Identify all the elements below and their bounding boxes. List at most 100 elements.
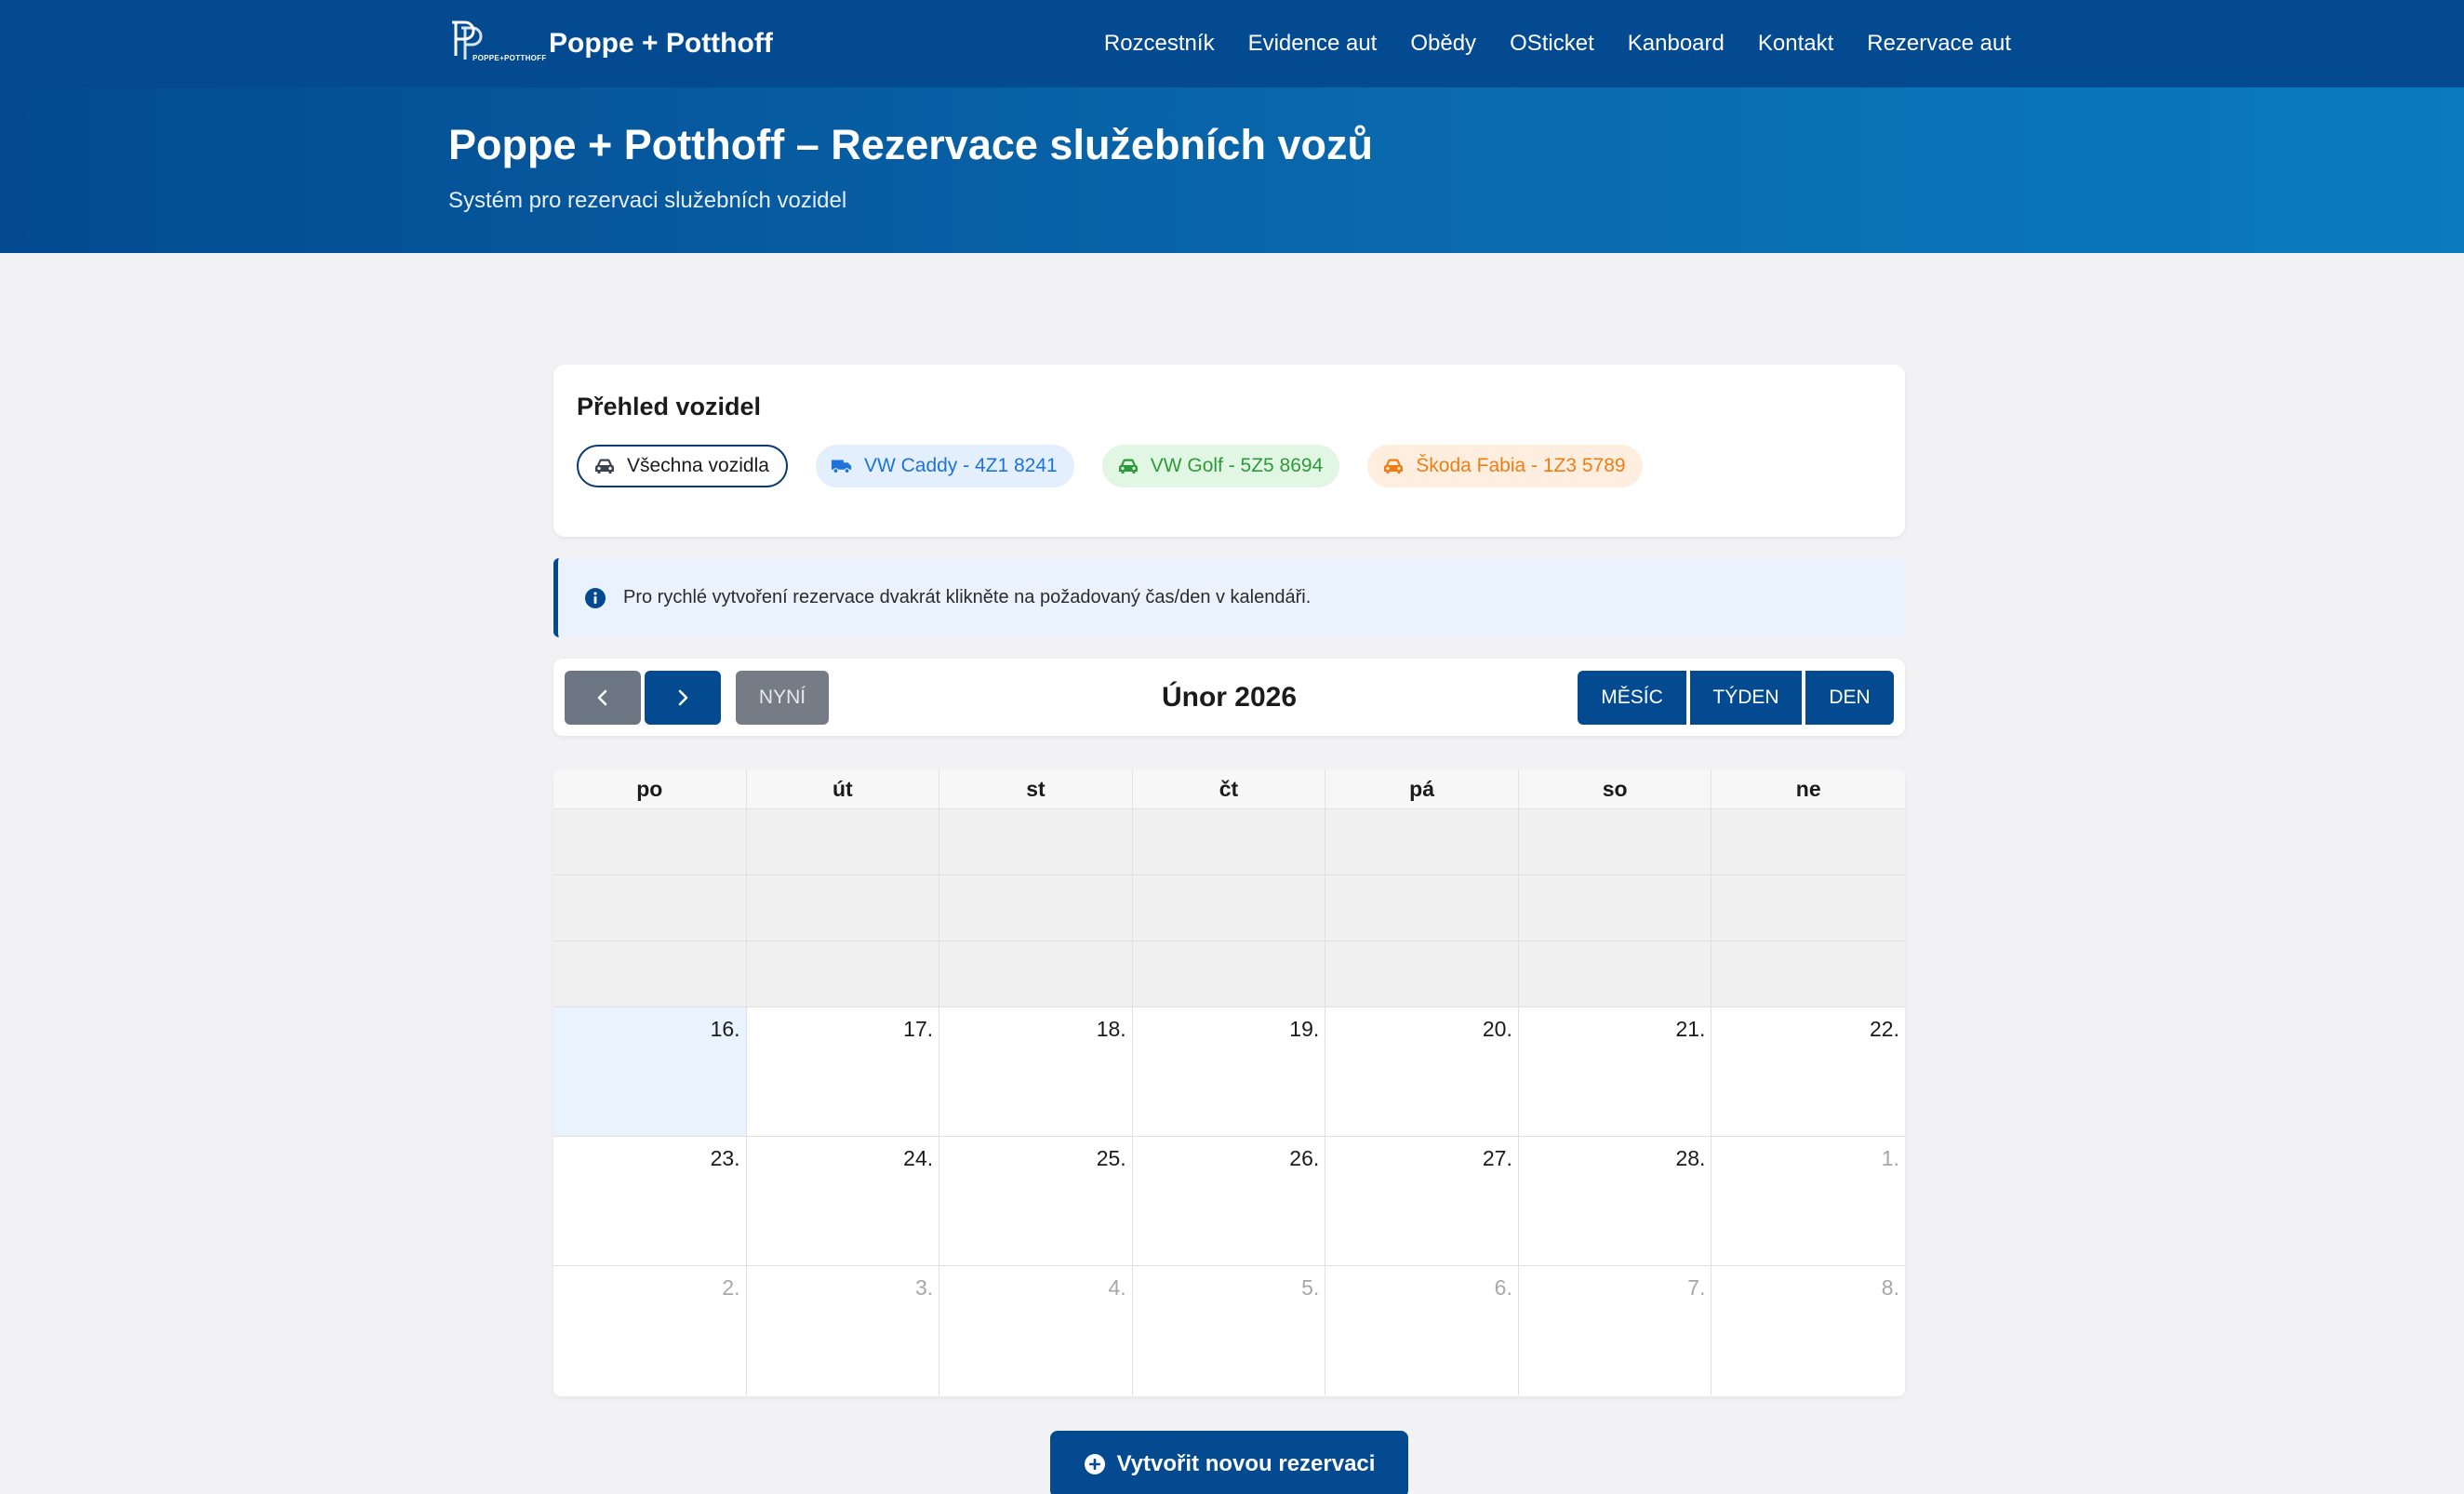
vehicle-filter-label: VW Caddy - 4Z1 8241 — [863, 455, 1058, 476]
day-number: 21. — [1675, 1017, 1706, 1041]
weekday-tuesday: út — [747, 769, 940, 808]
weekday-saturday: so — [1519, 769, 1712, 808]
vehicle-filter-label: Všechna vozidla — [627, 455, 769, 476]
today-button[interactable]: NYNÍ — [736, 671, 829, 725]
chevron-right-icon — [678, 689, 688, 706]
calendar-day-cell[interactable]: 20. — [1325, 1007, 1519, 1137]
calendar-empty-cell — [1518, 809, 1712, 875]
day-number: 28. — [1675, 1146, 1706, 1170]
calendar-day-cell[interactable]: 17. — [746, 1007, 940, 1137]
nav-link-rozcestnik[interactable]: Rozcestník — [1104, 31, 1215, 57]
calendar-day-cell[interactable]: 2. — [553, 1266, 747, 1395]
calendar-day-cell[interactable]: 5. — [1132, 1266, 1326, 1395]
vehicle-filter-skoda-fabia[interactable]: Škoda Fabia - 1Z3 5789 — [1367, 445, 1643, 487]
calendar-body: 16. 17. 18. 19. 20. 21. 22. 23. 24. 25. 26. 27. 28. 1… — [553, 809, 1905, 1395]
day-number: 25. — [1096, 1146, 1126, 1170]
next-month-button[interactable] — [645, 671, 721, 725]
calendar-day-cell-today[interactable]: 16. — [553, 1007, 747, 1137]
calendar-day-cell[interactable]: 4. — [939, 1266, 1133, 1395]
calendar-day-cell[interactable]: 18. — [939, 1007, 1133, 1137]
car-icon — [1118, 459, 1138, 474]
create-reservation-button[interactable]: Vytvořit novou rezervaci — [1050, 1431, 1408, 1494]
calendar-empty-cell — [746, 809, 940, 875]
view-day-button[interactable]: DEN — [1805, 671, 1894, 725]
brand[interactable]: POPPE+POTTHOFF Poppe + Potthoff — [448, 17, 773, 71]
calendar-day-cell[interactable]: 1. — [1711, 1137, 1905, 1266]
calendar-empty-cell — [746, 875, 940, 941]
calendar-empty-cell — [1711, 941, 1905, 1007]
calendar-empty-cell — [1325, 941, 1519, 1007]
info-text: Pro rychlé vytvoření rezervace dvakrát k… — [623, 587, 1312, 607]
day-number: 3. — [914, 1275, 934, 1300]
info-alert: Pro rychlé vytvoření rezervace dvakrát k… — [553, 558, 1905, 637]
navbar: POPPE+POTTHOFF Poppe + Potthoff Rozcestn… — [0, 0, 2464, 87]
calendar-empty-cell — [746, 941, 940, 1007]
view-switcher: MĚSÍC TÝDEN DEN — [1578, 671, 1894, 725]
calendar-empty-cell — [553, 875, 747, 941]
chevron-left-icon — [597, 689, 607, 706]
calendar-day-cell[interactable]: 27. — [1325, 1137, 1519, 1266]
nav-link-evidence-aut[interactable]: Evidence aut — [1248, 31, 1378, 57]
day-number: 5. — [1301, 1275, 1320, 1300]
vehicle-filter-label: VW Golf - 5Z5 8694 — [1150, 455, 1324, 476]
page-title: Poppe + Potthoff – Rezervace služebních … — [448, 121, 1373, 168]
nav-link-obedy[interactable]: Obědy — [1410, 31, 1476, 57]
calendar-empty-cell — [1132, 941, 1326, 1007]
calendar-day-cell[interactable]: 28. — [1518, 1137, 1712, 1266]
calendar-day-cell[interactable]: 19. — [1132, 1007, 1326, 1137]
prev-month-button[interactable] — [565, 671, 641, 725]
day-number: 26. — [1289, 1146, 1320, 1170]
nav-link-kanboard[interactable]: Kanboard — [1628, 31, 1725, 57]
calendar-day-cell[interactable]: 21. — [1518, 1007, 1712, 1137]
vehicle-filter-vw-golf[interactable]: VW Golf - 5Z5 8694 — [1101, 445, 1340, 487]
calendar-empty-cell — [553, 809, 747, 875]
weekday-friday: pá — [1325, 769, 1519, 808]
calendar-empty-cell — [939, 875, 1133, 941]
calendar-day-cell[interactable]: 7. — [1518, 1266, 1712, 1395]
plus-circle-icon — [1084, 1454, 1105, 1474]
create-reservation-label: Vytvořit novou rezervaci — [1116, 1451, 1376, 1476]
calendar-day-cell[interactable]: 22. — [1711, 1007, 1905, 1137]
nav-link-rezervace-aut[interactable]: Rezervace aut — [1867, 31, 2011, 57]
calendar-day-cell[interactable]: 24. — [746, 1137, 940, 1266]
hero-banner: Poppe + Potthoff – Rezervace služebních … — [0, 87, 2464, 253]
weekday-thursday: čt — [1133, 769, 1326, 808]
calendar-empty-cell — [1711, 809, 1905, 875]
info-icon — [585, 587, 606, 608]
nav-link-osticket[interactable]: OSticket — [1510, 31, 1594, 57]
vehicles-title: Přehled vozidel — [577, 393, 762, 420]
day-number: 22. — [1870, 1017, 1899, 1041]
day-number: 16. — [710, 1017, 740, 1041]
view-week-button[interactable]: TÝDEN — [1690, 671, 1802, 725]
calendar-day-cell[interactable]: 25. — [939, 1137, 1133, 1266]
view-month-button[interactable]: MĚSÍC — [1578, 671, 1686, 725]
day-number: 27. — [1482, 1146, 1512, 1170]
day-number: 4. — [1108, 1275, 1126, 1300]
calendar-empty-cell — [553, 941, 747, 1007]
day-number: 8. — [1881, 1275, 1899, 1300]
day-number: 17. — [903, 1017, 934, 1041]
day-number: 19. — [1289, 1017, 1320, 1041]
brand-name: Poppe + Potthoff — [549, 28, 773, 59]
brand-logo: POPPE+POTTHOFF — [448, 17, 547, 71]
vehicle-filter-vw-caddy[interactable]: VW Caddy - 4Z1 8241 — [815, 445, 1074, 487]
calendar-grid: po út st čt pá so ne 16. 17. 18. 19. 20. 21. 2… — [553, 769, 1905, 1396]
nav-link-kontakt[interactable]: Kontakt — [1758, 31, 1833, 57]
day-number: 20. — [1482, 1017, 1512, 1041]
vehicle-filter-all[interactable]: Všechna vozidla — [577, 445, 788, 487]
calendar-day-cell[interactable]: 8. — [1711, 1266, 1905, 1395]
calendar-day-cell[interactable]: 3. — [746, 1266, 940, 1395]
calendar-day-cell[interactable]: 6. — [1325, 1266, 1519, 1395]
day-number: 24. — [903, 1146, 934, 1170]
calendar-empty-cell — [939, 809, 1133, 875]
calendar-day-cell[interactable]: 26. — [1132, 1137, 1326, 1266]
day-number: 2. — [722, 1275, 740, 1300]
day-number: 6. — [1494, 1275, 1512, 1300]
calendar-empty-cell — [1132, 809, 1326, 875]
calendar-day-cell[interactable]: 23. — [553, 1137, 747, 1266]
day-number: 23. — [710, 1146, 740, 1170]
nav-links: Rozcestník Evidence aut Obědy OSticket K… — [1104, 0, 2011, 87]
day-number: 7. — [1687, 1275, 1706, 1300]
page-subtitle: Systém pro rezervaci služebních vozidel — [448, 188, 847, 213]
vehicles-card: Přehled vozidel Všechna vozidla VW Caddy… — [553, 365, 1905, 537]
